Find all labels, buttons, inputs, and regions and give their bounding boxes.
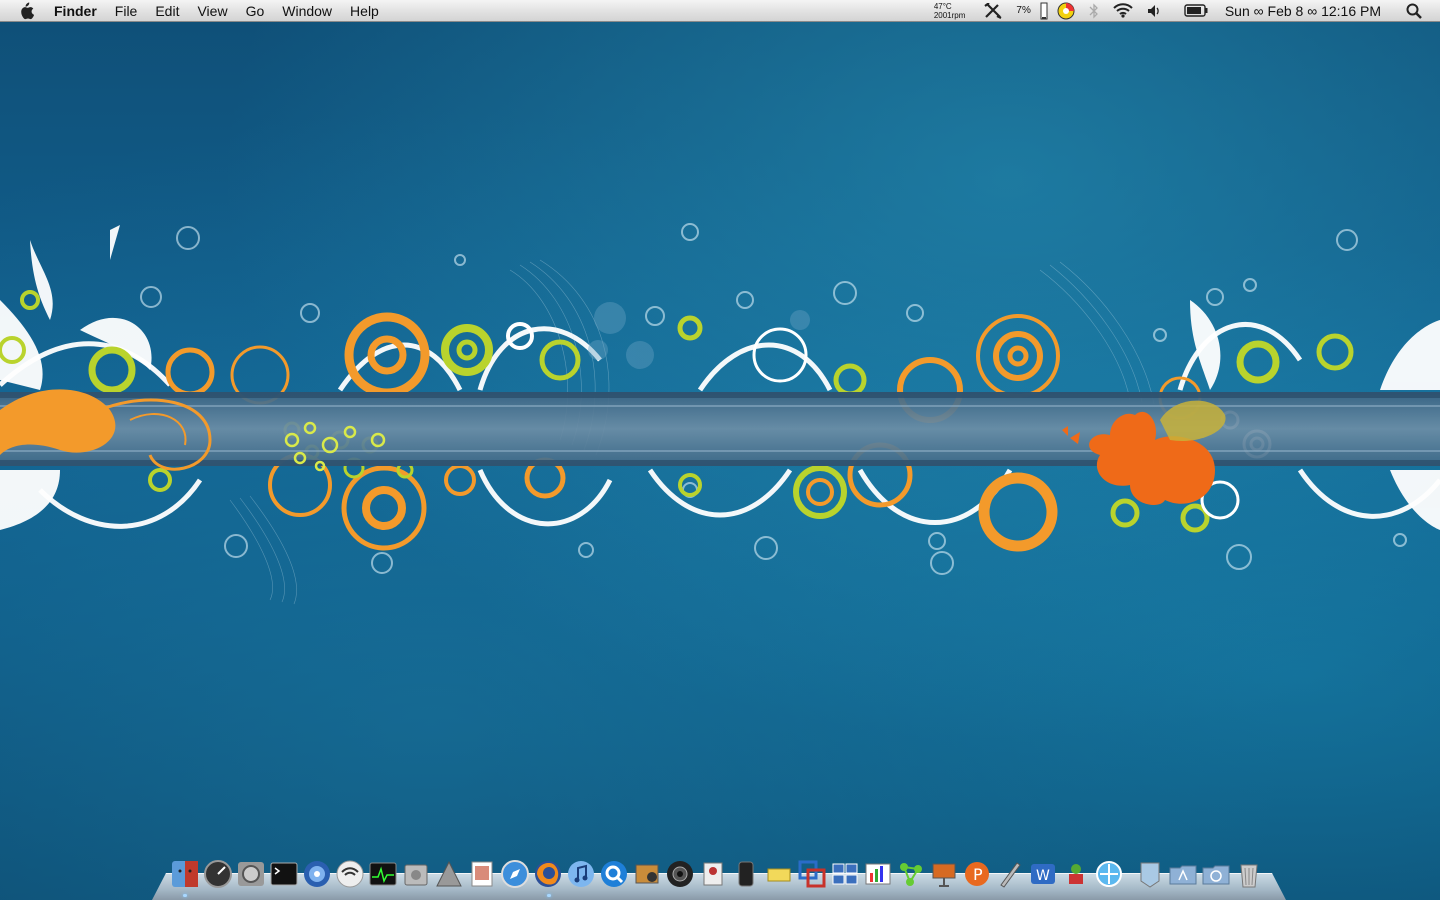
running-indicator bbox=[547, 894, 551, 897]
menu-bar: Finder File Edit View Go Window Help 47°… bbox=[0, 0, 1440, 22]
menu-edit[interactable]: Edit bbox=[146, 0, 188, 22]
desktop[interactable]: Finder File Edit View Go Window Help 47°… bbox=[0, 0, 1440, 900]
wallpaper-artwork bbox=[0, 223, 1440, 605]
volume-icon[interactable] bbox=[1147, 0, 1163, 21]
svg-text:W: W bbox=[1036, 868, 1050, 884]
menu-extras: 47°C 2001rpm 7% Sun ∞ Feb 8 ∞ 12:16 PM bbox=[934, 0, 1440, 21]
menu-help[interactable]: Help bbox=[341, 0, 388, 22]
wifi-icon[interactable] bbox=[1113, 0, 1133, 21]
dock-terminal-icon[interactable] bbox=[267, 857, 300, 890]
cpu-usage[interactable]: 7% bbox=[1016, 0, 1030, 21]
menu-view[interactable]: View bbox=[188, 0, 236, 22]
app-menu-finder[interactable]: Finder bbox=[52, 0, 106, 22]
dock-web-app-icon[interactable] bbox=[1092, 857, 1125, 890]
dock-itunes-icon[interactable] bbox=[564, 857, 597, 890]
dock-quicktime-icon[interactable] bbox=[597, 857, 630, 890]
fan-speed-value: 2001rpm bbox=[933, 10, 966, 20]
menu-clock[interactable]: Sun ∞ Feb 8 ∞ 12:16 PM bbox=[1225, 3, 1381, 19]
dock-word-icon[interactable]: W bbox=[1026, 857, 1059, 890]
bluetooth-icon[interactable] bbox=[1089, 0, 1099, 21]
battery-icon[interactable] bbox=[1184, 0, 1208, 21]
dock-downloads-folder-icon[interactable] bbox=[1199, 857, 1232, 890]
dock-address-book-icon[interactable] bbox=[696, 857, 729, 890]
menu-file[interactable]: File bbox=[106, 0, 147, 22]
menu-window[interactable]: Window bbox=[273, 0, 341, 22]
spotlight-search-icon[interactable] bbox=[1406, 0, 1422, 21]
apple-menu-icon[interactable] bbox=[18, 1, 36, 21]
temperature-monitor[interactable]: 47°C 2001rpm bbox=[934, 2, 966, 20]
dock-script-editor-icon[interactable] bbox=[993, 857, 1026, 890]
dock-powerpoint-icon[interactable]: P bbox=[960, 857, 993, 890]
dock-disk-utility-icon[interactable] bbox=[399, 857, 432, 890]
running-indicator bbox=[183, 894, 187, 897]
svg-text:P: P bbox=[973, 865, 983, 884]
dock-wifi-icon[interactable] bbox=[333, 857, 366, 890]
dock-stickies-icon[interactable] bbox=[762, 857, 795, 890]
dock-time-machine-icon[interactable] bbox=[300, 857, 333, 890]
dock-firefox-icon[interactable] bbox=[531, 857, 564, 890]
dock-preview-icon[interactable] bbox=[465, 857, 498, 890]
dock-camera-lens-icon[interactable] bbox=[663, 857, 696, 890]
dock-documents-stack-icon[interactable] bbox=[1133, 857, 1166, 890]
dock-applications-folder-icon[interactable] bbox=[1166, 857, 1199, 890]
dock-game-icon[interactable] bbox=[1059, 857, 1092, 890]
dock-device-icon[interactable] bbox=[729, 857, 762, 890]
dock: P W bbox=[152, 857, 1286, 900]
menu-go[interactable]: Go bbox=[237, 0, 274, 22]
dock-safari-icon[interactable] bbox=[498, 857, 531, 890]
cpu-meter-icon[interactable] bbox=[1040, 0, 1048, 21]
dock-dashboard-icon[interactable] bbox=[201, 857, 234, 890]
dock-iphoto-icon[interactable] bbox=[630, 857, 663, 890]
dock-vmware-icon[interactable] bbox=[795, 857, 828, 890]
temperature-value: 47°C bbox=[933, 1, 952, 11]
dock-separator bbox=[1125, 857, 1133, 890]
dock-trash-icon[interactable] bbox=[1232, 857, 1265, 890]
dock-activity-monitor-icon[interactable] bbox=[366, 857, 399, 890]
dock-keynote-icon[interactable] bbox=[927, 857, 960, 890]
dock-finder-icon[interactable] bbox=[168, 857, 201, 890]
dock-system-preferences-icon[interactable] bbox=[234, 857, 267, 890]
color-wheel-icon[interactable] bbox=[1057, 0, 1075, 21]
dock-network-icon[interactable] bbox=[894, 857, 927, 890]
dock-spaces-icon[interactable] bbox=[828, 857, 861, 890]
dock-grapher-icon[interactable] bbox=[861, 857, 894, 890]
tools-icon[interactable] bbox=[984, 0, 1002, 21]
dock-automator-icon[interactable] bbox=[432, 857, 465, 890]
